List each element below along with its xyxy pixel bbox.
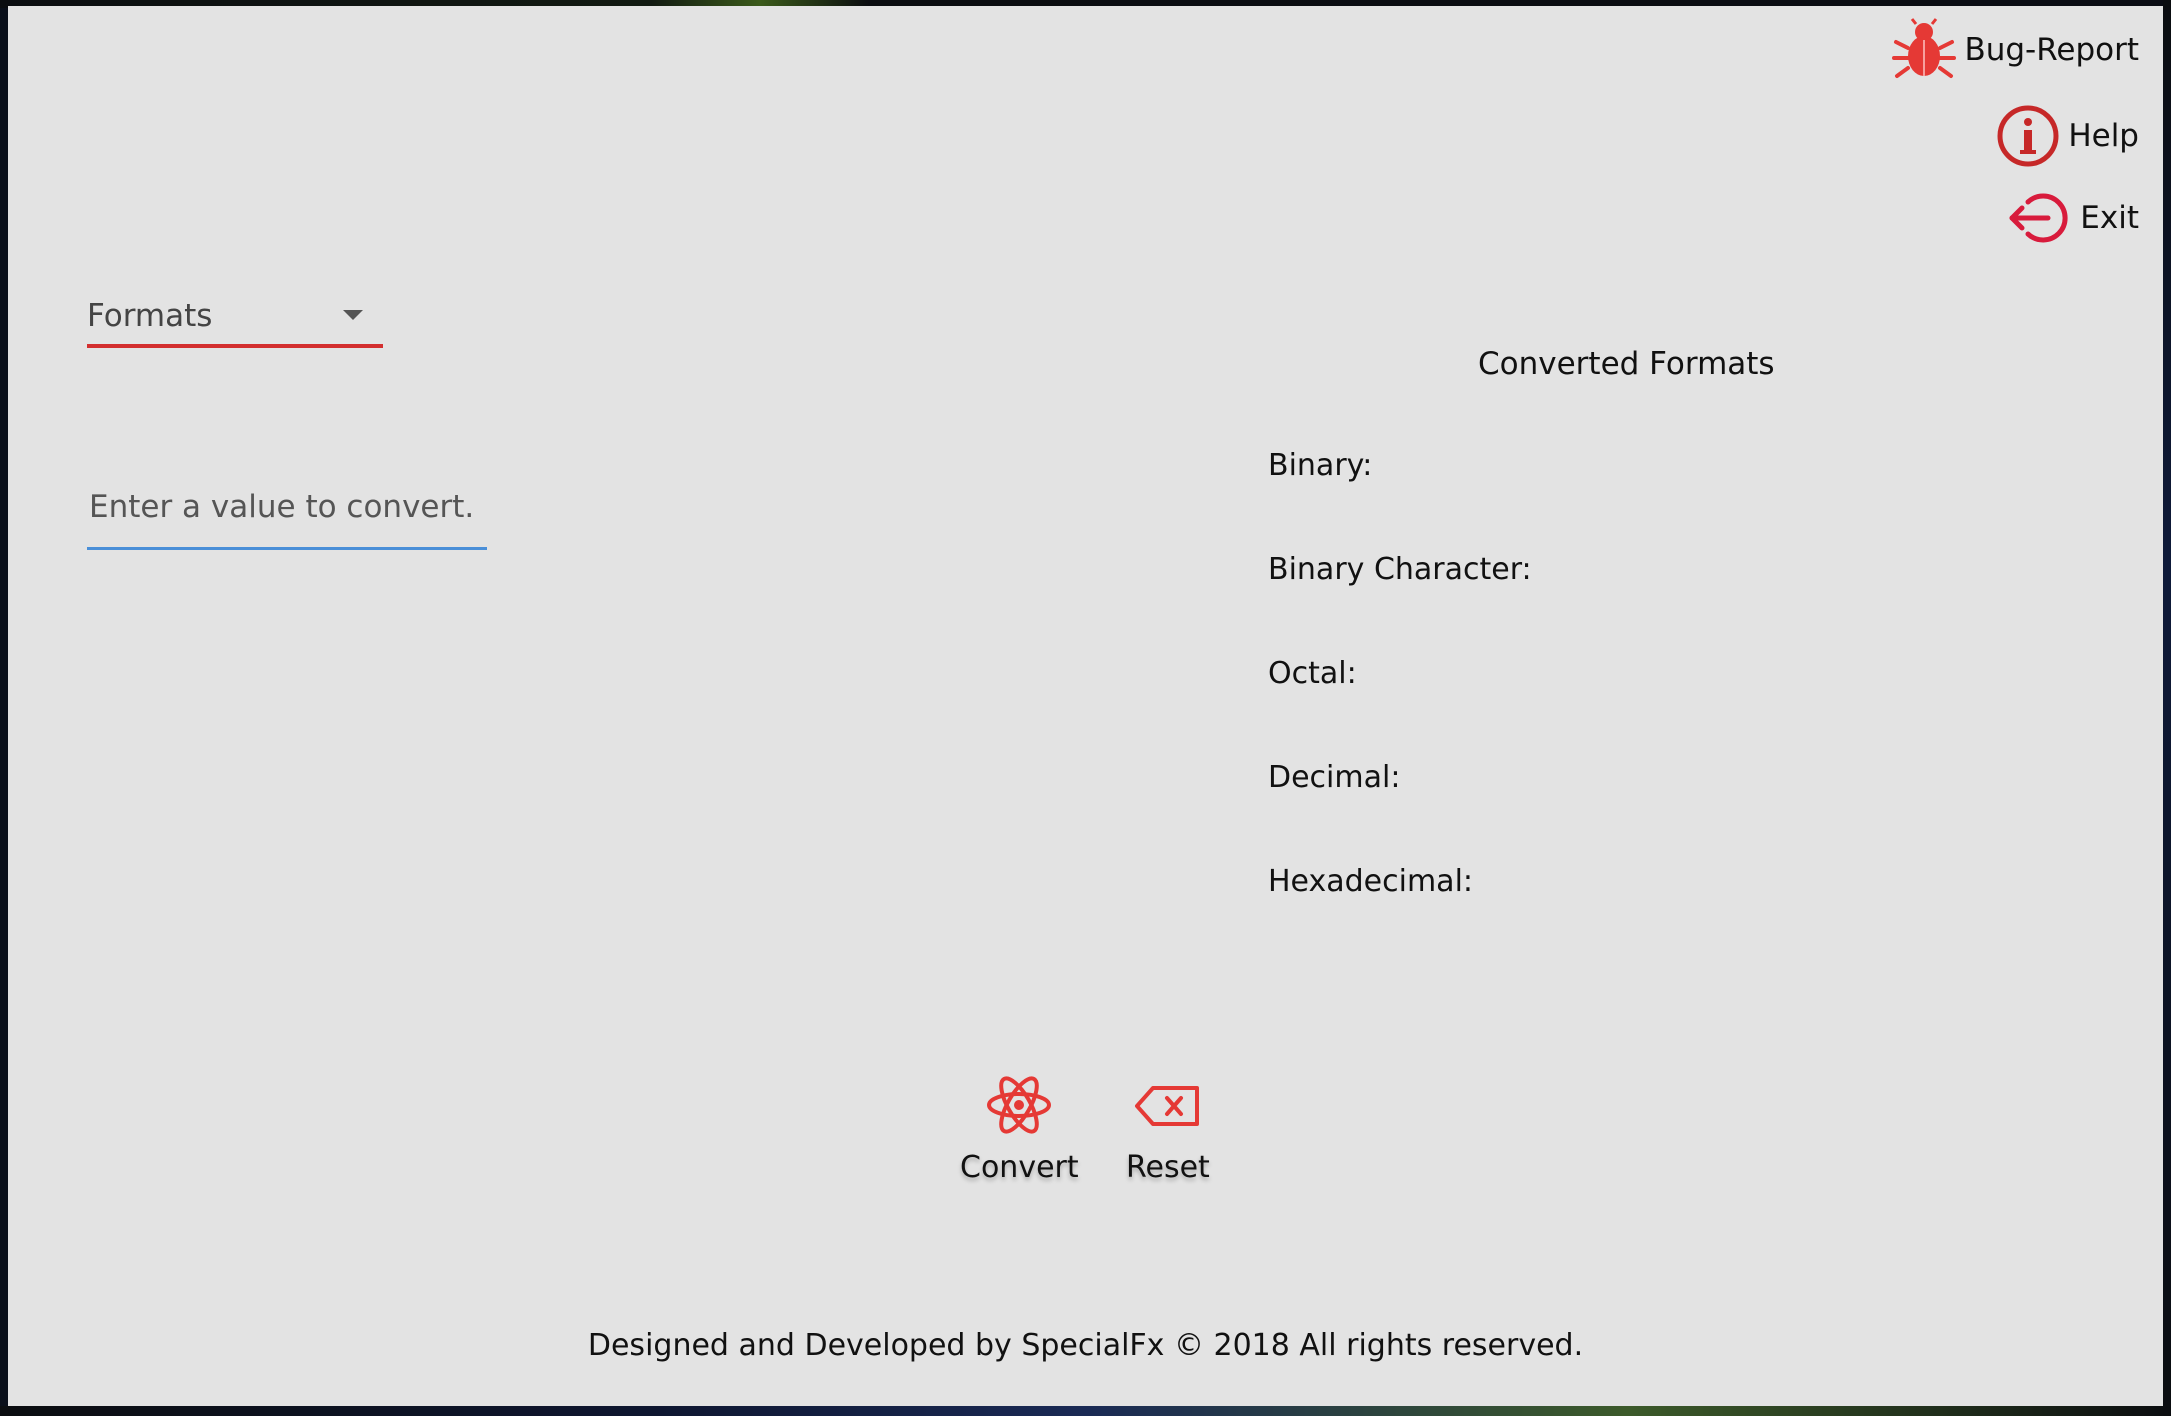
info-icon [1996,104,2060,168]
binary-character-row: Binary Character: [1268,552,1546,587]
bug-report-button[interactable]: Bug-Report [1892,18,2139,82]
footer-copyright: Designed and Developed by SpecialFx © 20… [587,1328,1584,1363]
exit-icon [2006,190,2072,246]
app-window: Bug-Report Help Exit Formats Enter a val… [8,6,2163,1406]
decimal-label: Decimal: [1268,760,1401,795]
decimal-row: Decimal: [1268,760,1414,795]
background-edge-right [2163,0,2171,1416]
help-label: Help [2068,118,2139,154]
exit-label: Exit [2080,200,2139,236]
binary-label: Binary: [1268,448,1373,483]
binary-character-label: Binary Character: [1268,552,1532,587]
convert-label: Convert [960,1150,1079,1185]
bug-report-label: Bug-Report [1964,32,2139,68]
value-input[interactable] [87,466,487,550]
convert-button[interactable]: Convert [960,1074,1079,1185]
atom-icon [984,1074,1054,1140]
reset-button[interactable]: Reset [1126,1074,1210,1185]
converted-formats-title: Converted Formats [1478,346,1775,382]
octal-label: Octal: [1268,656,1357,691]
formats-dropdown-label: Formats [87,298,213,334]
reset-label: Reset [1126,1150,1210,1185]
bug-icon [1892,18,1957,82]
background-edge-bottom [0,1406,2171,1416]
top-nav: Bug-Report Help Exit [1892,18,2139,246]
formats-dropdown[interactable]: Formats [87,288,383,348]
hexadecimal-label: Hexadecimal: [1268,864,1474,899]
exit-button[interactable]: Exit [2006,190,2139,246]
binary-row: Binary: [1268,448,1386,483]
help-button[interactable]: Help [1996,104,2139,168]
hexadecimal-row: Hexadecimal: [1268,864,1487,899]
backspace-icon [1133,1074,1203,1140]
octal-row: Octal: [1268,656,1371,691]
caret-down-icon [343,310,363,320]
